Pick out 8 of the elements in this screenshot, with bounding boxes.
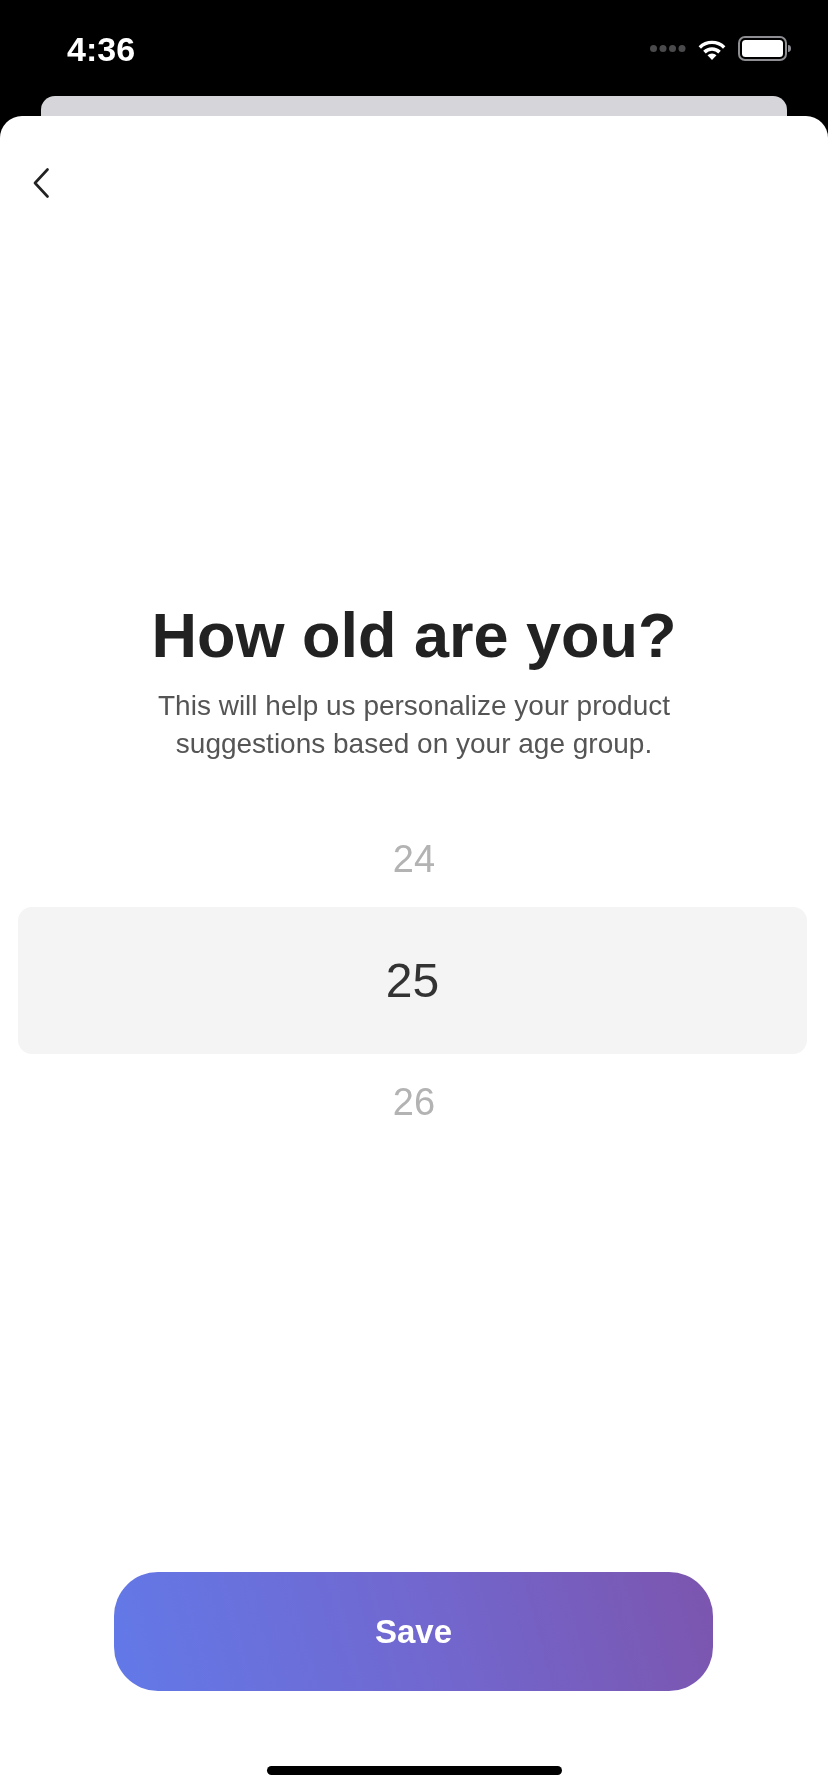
age-option[interactable]: 25 xyxy=(18,907,807,1055)
question-title: How old are you? xyxy=(150,599,678,672)
signal-icon xyxy=(650,44,686,52)
status-time: 4:36 xyxy=(67,32,136,66)
save-button[interactable]: Save xyxy=(114,1572,713,1691)
chevron-left-icon xyxy=(33,168,49,198)
battery-icon xyxy=(738,35,791,61)
question-subtitle: This will help us personalize your product suggestions based on your age group. xyxy=(157,689,671,762)
